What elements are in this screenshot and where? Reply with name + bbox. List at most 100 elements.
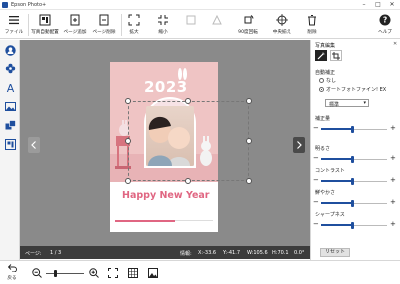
plus-icon[interactable]: + xyxy=(390,125,396,132)
add-page-button[interactable]: ページ追加 xyxy=(61,11,89,38)
rotate-icon xyxy=(244,15,254,24)
sharpness-slider[interactable]: − + xyxy=(313,221,397,229)
next-page-button[interactable] xyxy=(293,137,305,153)
grid-button[interactable] xyxy=(127,267,138,278)
back-arrow-icon xyxy=(7,264,17,273)
slider-thumb[interactable] xyxy=(351,222,355,229)
radio-none-label: なし xyxy=(326,78,337,84)
stamp-tool-button[interactable] xyxy=(3,61,17,75)
enlarge-button[interactable]: 拡大 xyxy=(123,11,145,38)
w-readout: W:105.6 xyxy=(247,250,268,256)
slider-fill xyxy=(321,158,353,160)
chevron-right-icon xyxy=(297,141,302,149)
image-tool-button[interactable] xyxy=(3,99,17,113)
center-icon xyxy=(276,14,288,26)
brightness-corr-slider[interactable]: − + xyxy=(313,125,397,133)
enlarge-label: 拡大 xyxy=(129,30,139,35)
expand-icon xyxy=(128,14,140,26)
tab-crop[interactable] xyxy=(330,50,342,61)
flower-icon xyxy=(5,63,15,73)
slider-thumb[interactable] xyxy=(351,200,355,207)
slider-thumb[interactable] xyxy=(351,178,355,185)
svg-text:?: ? xyxy=(383,16,387,25)
photo-layout-button[interactable]: 写真自動配置 xyxy=(29,11,61,38)
year-text: 2023 xyxy=(144,78,188,96)
lightness-slider[interactable]: − + xyxy=(313,155,397,163)
help-button[interactable]: ? ヘルプ xyxy=(374,11,396,38)
text-tool-button[interactable]: A xyxy=(3,80,17,94)
toolbar: ファイル 写真自動配置 ページ追加 ページ削除 拡大 縮小 90度回転 中央揃え… xyxy=(0,10,400,39)
selection-box[interactable] xyxy=(128,101,249,181)
photo-tool-button[interactable] xyxy=(3,43,17,57)
title-bar: Epson Photo+ – □ ✕ xyxy=(0,0,400,10)
close-window-button[interactable]: ✕ xyxy=(386,1,398,9)
grid-icon xyxy=(127,267,138,278)
file-button[interactable]: ファイル xyxy=(2,11,26,38)
preset-dropdown[interactable]: 標準 ▾ xyxy=(325,99,369,108)
disabled-tool-button-2[interactable] xyxy=(206,11,228,38)
slider-thumb[interactable] xyxy=(351,156,355,163)
zoom-in-button[interactable] xyxy=(88,267,99,278)
resize-handle[interactable] xyxy=(125,138,131,144)
resize-handle[interactable] xyxy=(246,178,252,184)
center-label: 中央揃え xyxy=(272,30,292,35)
shrink-button[interactable]: 縮小 xyxy=(152,11,174,38)
crop-icon xyxy=(332,51,340,60)
delete-button[interactable]: 削除 xyxy=(302,11,322,38)
radio-none[interactable] xyxy=(319,78,324,83)
resize-handle[interactable] xyxy=(125,98,131,104)
maximize-button[interactable]: □ xyxy=(372,1,384,9)
center-button[interactable]: 中央揃え xyxy=(268,11,296,38)
fit-page-button[interactable] xyxy=(107,267,118,278)
auto-correct-label: 自動補正 xyxy=(315,70,336,76)
y-readout: Y:-41.7 xyxy=(223,250,241,256)
crop-icon xyxy=(186,15,196,25)
layers-icon xyxy=(5,119,16,129)
wand-icon xyxy=(317,52,325,59)
tab-correct[interactable] xyxy=(315,50,327,61)
layer-tool-button[interactable] xyxy=(3,118,17,132)
file-label: ファイル xyxy=(4,30,24,35)
slider-thumb[interactable] xyxy=(351,126,355,133)
delete-page-button[interactable]: ページ削除 xyxy=(89,11,119,38)
resize-handle[interactable] xyxy=(246,138,252,144)
resize-handle[interactable] xyxy=(185,178,191,184)
vividness-label: 鮮やかさ xyxy=(315,190,336,196)
delete-page-label: ページ削除 xyxy=(92,30,116,35)
zoom-out-button[interactable] xyxy=(31,267,42,278)
rotate90-button[interactable]: 90度回転 xyxy=(234,11,262,38)
plus-icon[interactable]: + xyxy=(390,177,396,184)
decor-line-gray xyxy=(175,220,213,221)
prev-page-button[interactable] xyxy=(28,137,40,153)
reset-button[interactable]: リセット xyxy=(320,248,350,257)
zoom-slider-track[interactable] xyxy=(46,273,84,274)
plus-icon[interactable]: + xyxy=(390,221,396,228)
resize-handle[interactable] xyxy=(125,178,131,184)
zoom-slider-thumb[interactable] xyxy=(54,270,57,277)
plus-icon[interactable]: + xyxy=(390,199,396,206)
image-view-button[interactable] xyxy=(147,267,158,278)
resize-handle[interactable] xyxy=(246,98,252,104)
canvas-area[interactable]: 2023 Happy New Year xyxy=(20,40,310,246)
minus-icon[interactable]: − xyxy=(313,125,319,132)
panel-title: 写真編集 xyxy=(315,43,336,49)
left-tool-rail: A xyxy=(0,40,20,260)
back-button[interactable]: 戻る xyxy=(4,264,20,281)
resize-handle[interactable] xyxy=(185,98,191,104)
minus-icon[interactable]: − xyxy=(313,177,319,184)
minimize-button[interactable]: – xyxy=(358,1,370,9)
slider-fill xyxy=(321,224,353,226)
frame-tool-button[interactable] xyxy=(3,137,17,151)
contrast-slider[interactable]: − + xyxy=(313,177,397,185)
minus-icon[interactable]: − xyxy=(313,199,319,206)
radio-auto[interactable] xyxy=(319,87,324,92)
angle-readout: 0.0° xyxy=(294,250,305,256)
minus-icon[interactable]: − xyxy=(313,221,319,228)
disabled-tool-button[interactable] xyxy=(180,11,202,38)
vividness-slider[interactable]: − + xyxy=(313,199,397,207)
minus-icon[interactable]: − xyxy=(313,155,319,162)
plus-icon[interactable]: + xyxy=(390,155,396,162)
text-icon: A xyxy=(6,82,14,93)
svg-text:A: A xyxy=(6,82,14,93)
close-panel-button[interactable]: ✕ xyxy=(393,41,397,47)
